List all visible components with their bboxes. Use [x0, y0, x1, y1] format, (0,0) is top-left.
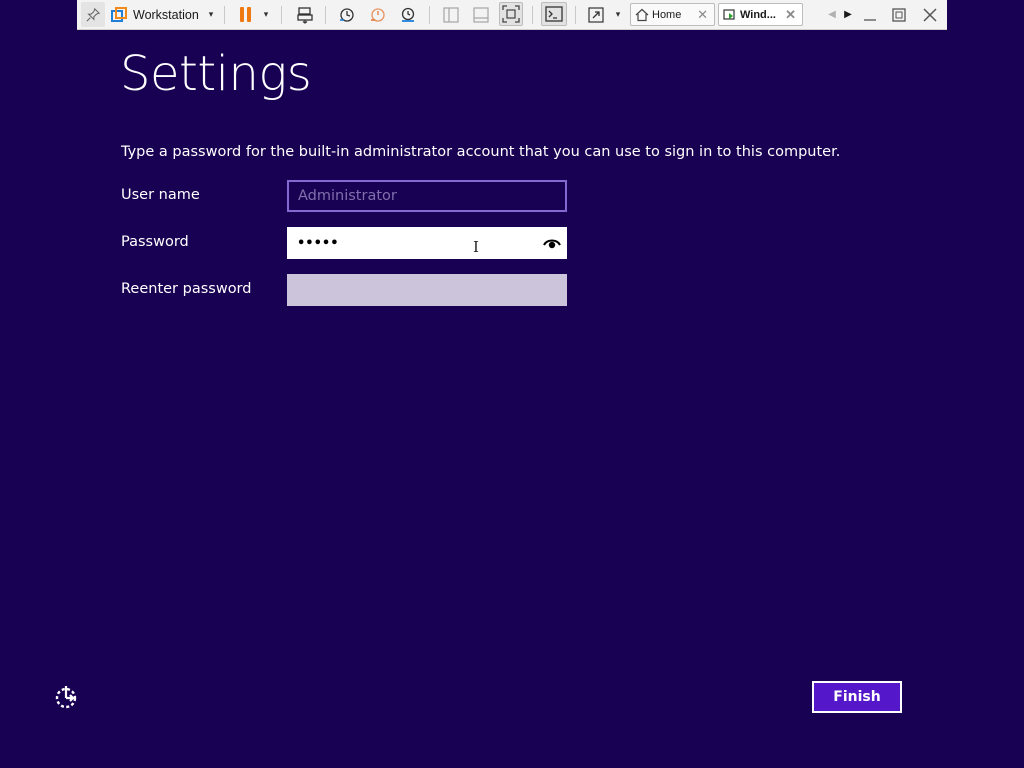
stretch-icon[interactable]: [585, 0, 607, 29]
revert-snapshot-icon[interactable]: [367, 0, 389, 29]
reveal-password-icon[interactable]: [543, 236, 561, 250]
thumbnail-bar-icon[interactable]: [470, 0, 492, 29]
workstation-label: Workstation: [133, 7, 199, 22]
password-label: Password: [121, 234, 189, 250]
workstation-menu[interactable]: Workstation: [133, 0, 203, 29]
password-field[interactable]: ••••• I: [287, 227, 567, 259]
instructions-text: Type a password for the built-in adminis…: [121, 144, 841, 160]
reenter-password-field[interactable]: [287, 274, 567, 306]
stretch-dropdown-icon[interactable]: ▾: [612, 0, 624, 29]
username-label: User name: [121, 187, 200, 203]
text-cursor-icon: I: [473, 238, 479, 256]
tab-windows-vm-label: Wind...: [740, 8, 776, 21]
restore-icon[interactable]: [886, 0, 912, 29]
tab-windows-vm[interactable]: Wind... ✕: [718, 3, 803, 26]
password-value: •••••: [297, 235, 339, 251]
full-screen-icon[interactable]: [499, 2, 523, 26]
close-icon[interactable]: [917, 0, 943, 29]
pin-icon[interactable]: [81, 2, 105, 27]
vmware-toolbar: Workstation ▾ ▾ ▾ Home ✕ Wind... ✕ ◀ ▶: [77, 0, 947, 30]
console-view-icon[interactable]: [541, 2, 567, 26]
snapshot-icon[interactable]: [336, 0, 358, 29]
username-field[interactable]: Administrator: [287, 180, 567, 212]
home-icon: [635, 8, 649, 21]
finish-button[interactable]: Finish: [812, 681, 902, 713]
workstation-dropdown-icon[interactable]: ▾: [205, 0, 217, 29]
ease-of-access-icon[interactable]: [53, 684, 80, 711]
vmware-logo-icon: [110, 0, 128, 29]
reenter-password-label: Reenter password: [121, 281, 252, 297]
pause-dropdown-icon[interactable]: ▾: [259, 0, 273, 29]
send-keys-icon[interactable]: [294, 0, 316, 29]
tab-home-close-icon[interactable]: ✕: [697, 7, 708, 23]
snapshot-manager-icon[interactable]: [397, 0, 419, 29]
tab-scroll-left-icon[interactable]: ◀: [825, 0, 839, 29]
pause-icon[interactable]: [234, 0, 256, 29]
tab-scroll-right-icon[interactable]: ▶: [841, 0, 855, 29]
library-icon[interactable]: [440, 0, 462, 29]
tab-home[interactable]: Home ✕: [630, 3, 715, 26]
minimize-icon[interactable]: [857, 0, 883, 29]
tab-windows-vm-close-icon[interactable]: ✕: [785, 7, 796, 23]
tab-home-label: Home: [652, 8, 682, 21]
page-title: Settings: [120, 46, 312, 102]
vm-running-icon: [723, 8, 735, 20]
